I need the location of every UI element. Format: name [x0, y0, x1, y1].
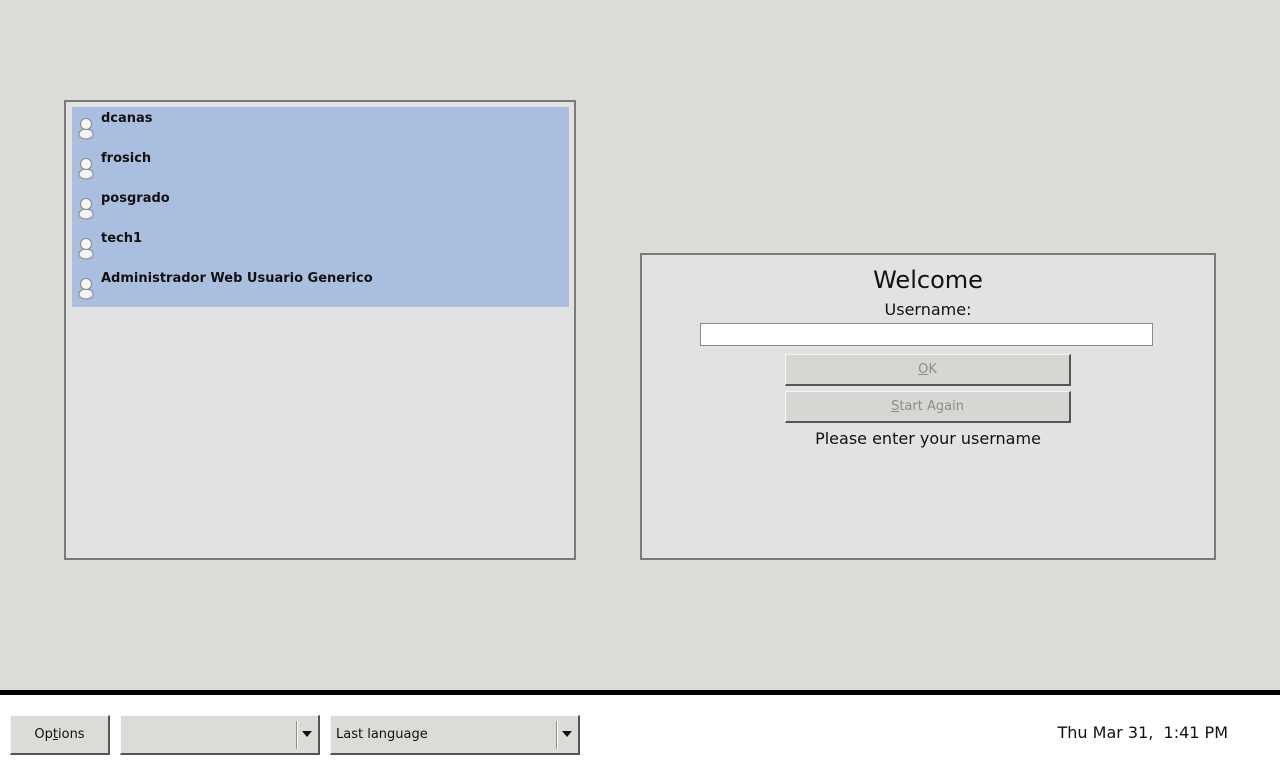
- user-list: dcanas frosich posgrado tech1 Administra…: [72, 107, 569, 307]
- login-screen: dcanas frosich posgrado tech1 Administra…: [0, 0, 1280, 768]
- welcome-title: Welcome: [873, 266, 983, 294]
- status-message: Please enter your username: [815, 429, 1041, 448]
- language-select[interactable]: Last language: [330, 715, 580, 755]
- user-name: dcanas: [101, 111, 153, 126]
- user-name: frosich: [101, 151, 152, 166]
- clock: Thu Mar 31, 1:41 PM: [1057, 723, 1229, 742]
- bottom-bar: Options Last language Thu Mar 31, 1:41 P…: [0, 690, 1280, 768]
- session-select[interactable]: [120, 715, 320, 755]
- start-again-button[interactable]: Start Again: [785, 391, 1071, 423]
- options-button[interactable]: Options: [10, 715, 110, 755]
- language-select-value: Last language: [336, 727, 428, 742]
- user-list-panel: dcanas frosich posgrado tech1 Administra…: [64, 100, 576, 560]
- chevron-down-icon[interactable]: [562, 731, 572, 737]
- user-name: tech1: [101, 231, 143, 246]
- user-icon: [78, 118, 94, 140]
- options-label-post: ions: [58, 727, 85, 742]
- start-again-label-rest: tart Again: [899, 399, 964, 414]
- user-icon: [78, 198, 94, 220]
- ok-mnemonic: O: [918, 362, 929, 377]
- ok-button[interactable]: OK: [785, 354, 1071, 386]
- user-item-tech1[interactable]: tech1: [72, 227, 569, 267]
- user-name: posgrado: [101, 191, 170, 206]
- username-label: Username:: [884, 300, 972, 319]
- user-item-dcanas[interactable]: dcanas: [72, 107, 569, 147]
- ok-label-rest: K: [928, 362, 937, 377]
- combo-separator: [296, 721, 298, 749]
- chevron-down-icon[interactable]: [302, 731, 312, 737]
- user-icon: [78, 278, 94, 300]
- user-item-frosich[interactable]: frosich: [72, 147, 569, 187]
- options-label-pre: Op: [34, 727, 53, 742]
- user-item-administrador[interactable]: Administrador Web Usuario Generico: [72, 267, 569, 307]
- combo-separator: [556, 721, 558, 749]
- username-input[interactable]: [700, 323, 1153, 346]
- user-icon: [78, 158, 94, 180]
- user-item-posgrado[interactable]: posgrado: [72, 187, 569, 227]
- user-name: Administrador Web Usuario Generico: [101, 271, 373, 286]
- user-icon: [78, 238, 94, 260]
- login-panel: Welcome Username: OK Start Again Please …: [640, 253, 1216, 560]
